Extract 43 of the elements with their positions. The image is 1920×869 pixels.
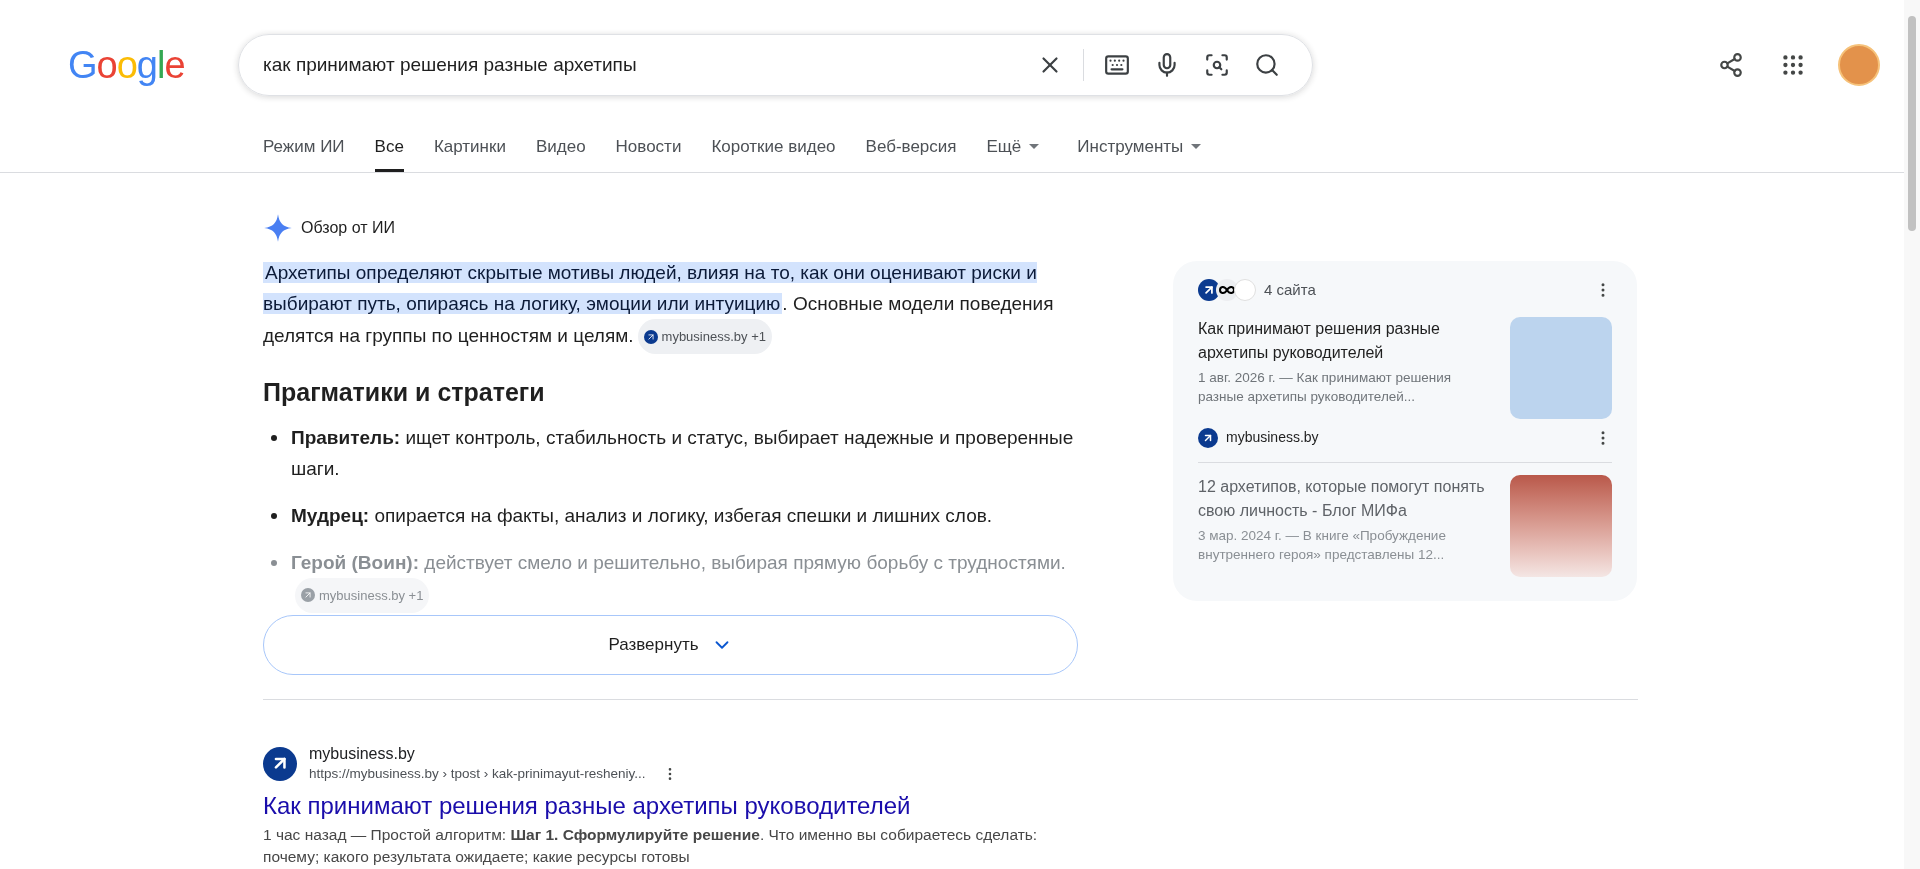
sparkle-icon [263,213,293,243]
source-chip[interactable]: mybusiness.by +1 [637,319,772,354]
arrow-icon [1202,283,1216,297]
source-site: mybusiness.by [1226,428,1319,447]
infinity-logo-icon [1216,279,1238,301]
camera-search-icon[interactable] [1204,52,1230,78]
sites-count: 4 сайта [1264,279,1316,300]
site-logo-icon [263,746,297,781]
search-tab[interactable]: Видео [535,133,586,172]
expand-button[interactable]: Развернуть [263,614,1078,675]
result-title-link[interactable]: Как принимают решения разные архетипы руководителей [263,789,1150,822]
keyboard-icon[interactable] [1104,52,1130,78]
search-icon[interactable] [1254,52,1280,78]
source-snippet: 1 авг. 2026 г. — Как принимают решения разные архетипы руководителей... [1198,369,1453,406]
scrollbar[interactable] [1904,0,1920,869]
search-tab[interactable]: Инструменты [1077,133,1202,172]
bullet-text: Правитель: ищет контроль, стабильность и статус, выбирает надежные и проверенные шаги. [291,426,1074,479]
result-url: https://mybusiness.by › tpost › kak-prinimayut-resheniy... [309,764,646,783]
source-title[interactable]: 12 архетипов, которые помогут понять свою личность - Блог МИФа [1198,475,1490,523]
site-logo-icon [1198,427,1218,448]
result-snippet: 1 час назад — Простой алгоритм: Шаг 1. Сформулируйте решение. Что именно вы собираетесь сделать: почему; какого результата ожидаете; какие ресурсы готовы [263,824,1039,867]
ai-overview-title: Обзор от ИИ [301,218,395,238]
source-snippet: 3 мар. 2024 г. — В книге «Пробуждение внутреннего героя» представлены 12... [1198,527,1447,564]
source-title[interactable]: Как принимают решения разные архетипы руководителей [1198,317,1490,365]
source-name: mybusiness.by +1 [661,328,766,346]
apps-icon[interactable] [1780,52,1806,78]
search-tab[interactable]: Все [374,133,404,172]
caret-icon [1191,143,1202,149]
search-input[interactable]: как принимают решения разные архетипы [263,50,1025,80]
share-icon[interactable] [1718,52,1744,78]
caret-icon [1029,143,1040,149]
google-logo[interactable]: Google [68,36,238,94]
search-tab[interactable]: Веб-версия [865,133,957,172]
search-tab[interactable]: Новости [615,133,682,172]
search-tab[interactable]: Картинки [433,133,506,172]
bullet-text: Герой (Воин): действует смело и решительно, выбирая прямую борьбу с трудностями. [291,551,1066,573]
result-site-name: mybusiness.by [309,743,416,764]
bullet-text: Мудрец: опирается на факты, анализ и логику, избегая спешки и лишних слов. [291,504,993,526]
search-tab[interactable]: Короткие видео [711,133,836,172]
source-name: mybusiness.by +1 [319,586,424,605]
search-tab[interactable]: Режим ИИ [263,133,345,172]
section-heading: Прагматики и стратеги [263,377,546,408]
search-tab[interactable]: Ещё [986,133,1040,172]
